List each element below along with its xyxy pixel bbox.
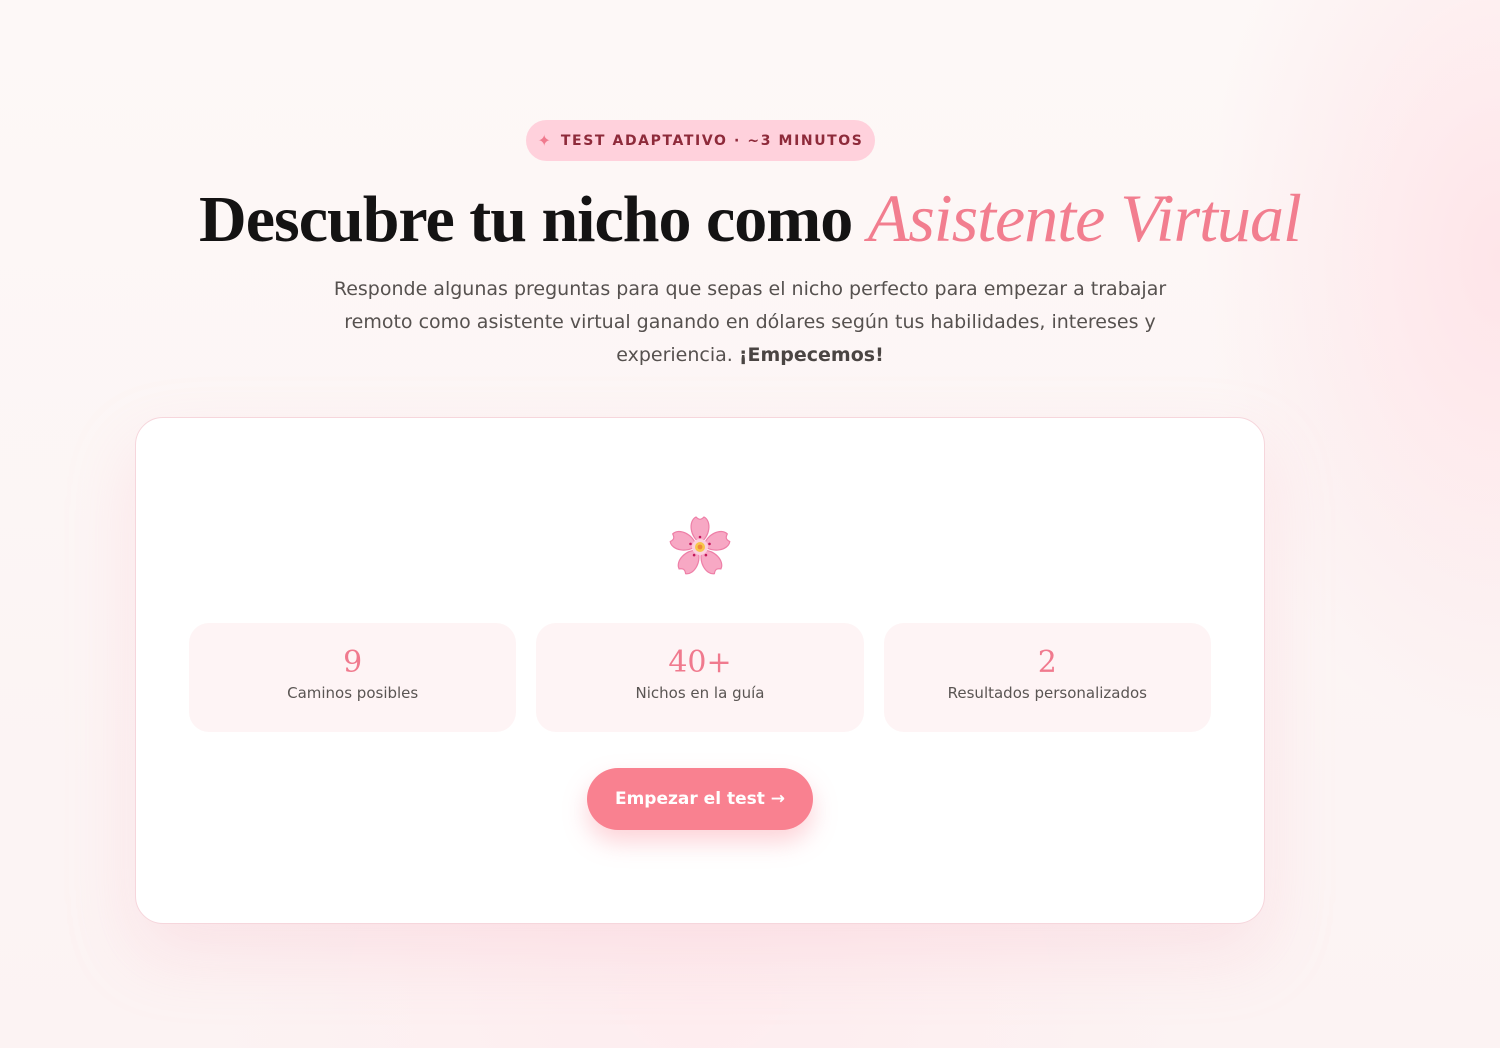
start-test-button[interactable]: Empezar el test →: [587, 768, 813, 830]
test-badge: ✦ TEST ADAPTATIVO · ~3 MINUTOS: [526, 120, 875, 161]
stat-label: Caminos posibles: [287, 684, 419, 702]
page-title-plain: Descubre tu nicho como: [199, 183, 868, 256]
page-subtitle: Responde algunas preguntas para que sepa…: [300, 273, 1200, 372]
page-subtitle-emphasis: ¡Empecemos!: [738, 344, 884, 366]
stat-value: 40+: [668, 645, 732, 680]
page-title-accent: Asistente Virtual: [867, 180, 1302, 256]
sparkle-icon: ✦: [537, 130, 551, 150]
test-badge-label: TEST ADAPTATIVO · ~3 MINUTOS: [560, 132, 864, 149]
page-title: Descubre tu nicho como Asistente Virtual: [0, 178, 1500, 261]
cherry-blossom-icon: [669, 516, 731, 575]
stat-value: 9: [343, 645, 363, 680]
stat-card-paths: 9 Caminos posibles: [189, 623, 517, 732]
stat-card-results: 2 Resultados personalizados: [883, 623, 1211, 732]
stat-label: Nichos en la guía: [635, 684, 765, 702]
stats-row: 9 Caminos posibles 40+ Nichos en la guía…: [189, 623, 1211, 732]
stat-label: Resultados personalizados: [947, 684, 1147, 702]
stat-card-niches: 40+ Nichos en la guía: [536, 623, 864, 732]
stat-value: 2: [1037, 645, 1057, 680]
